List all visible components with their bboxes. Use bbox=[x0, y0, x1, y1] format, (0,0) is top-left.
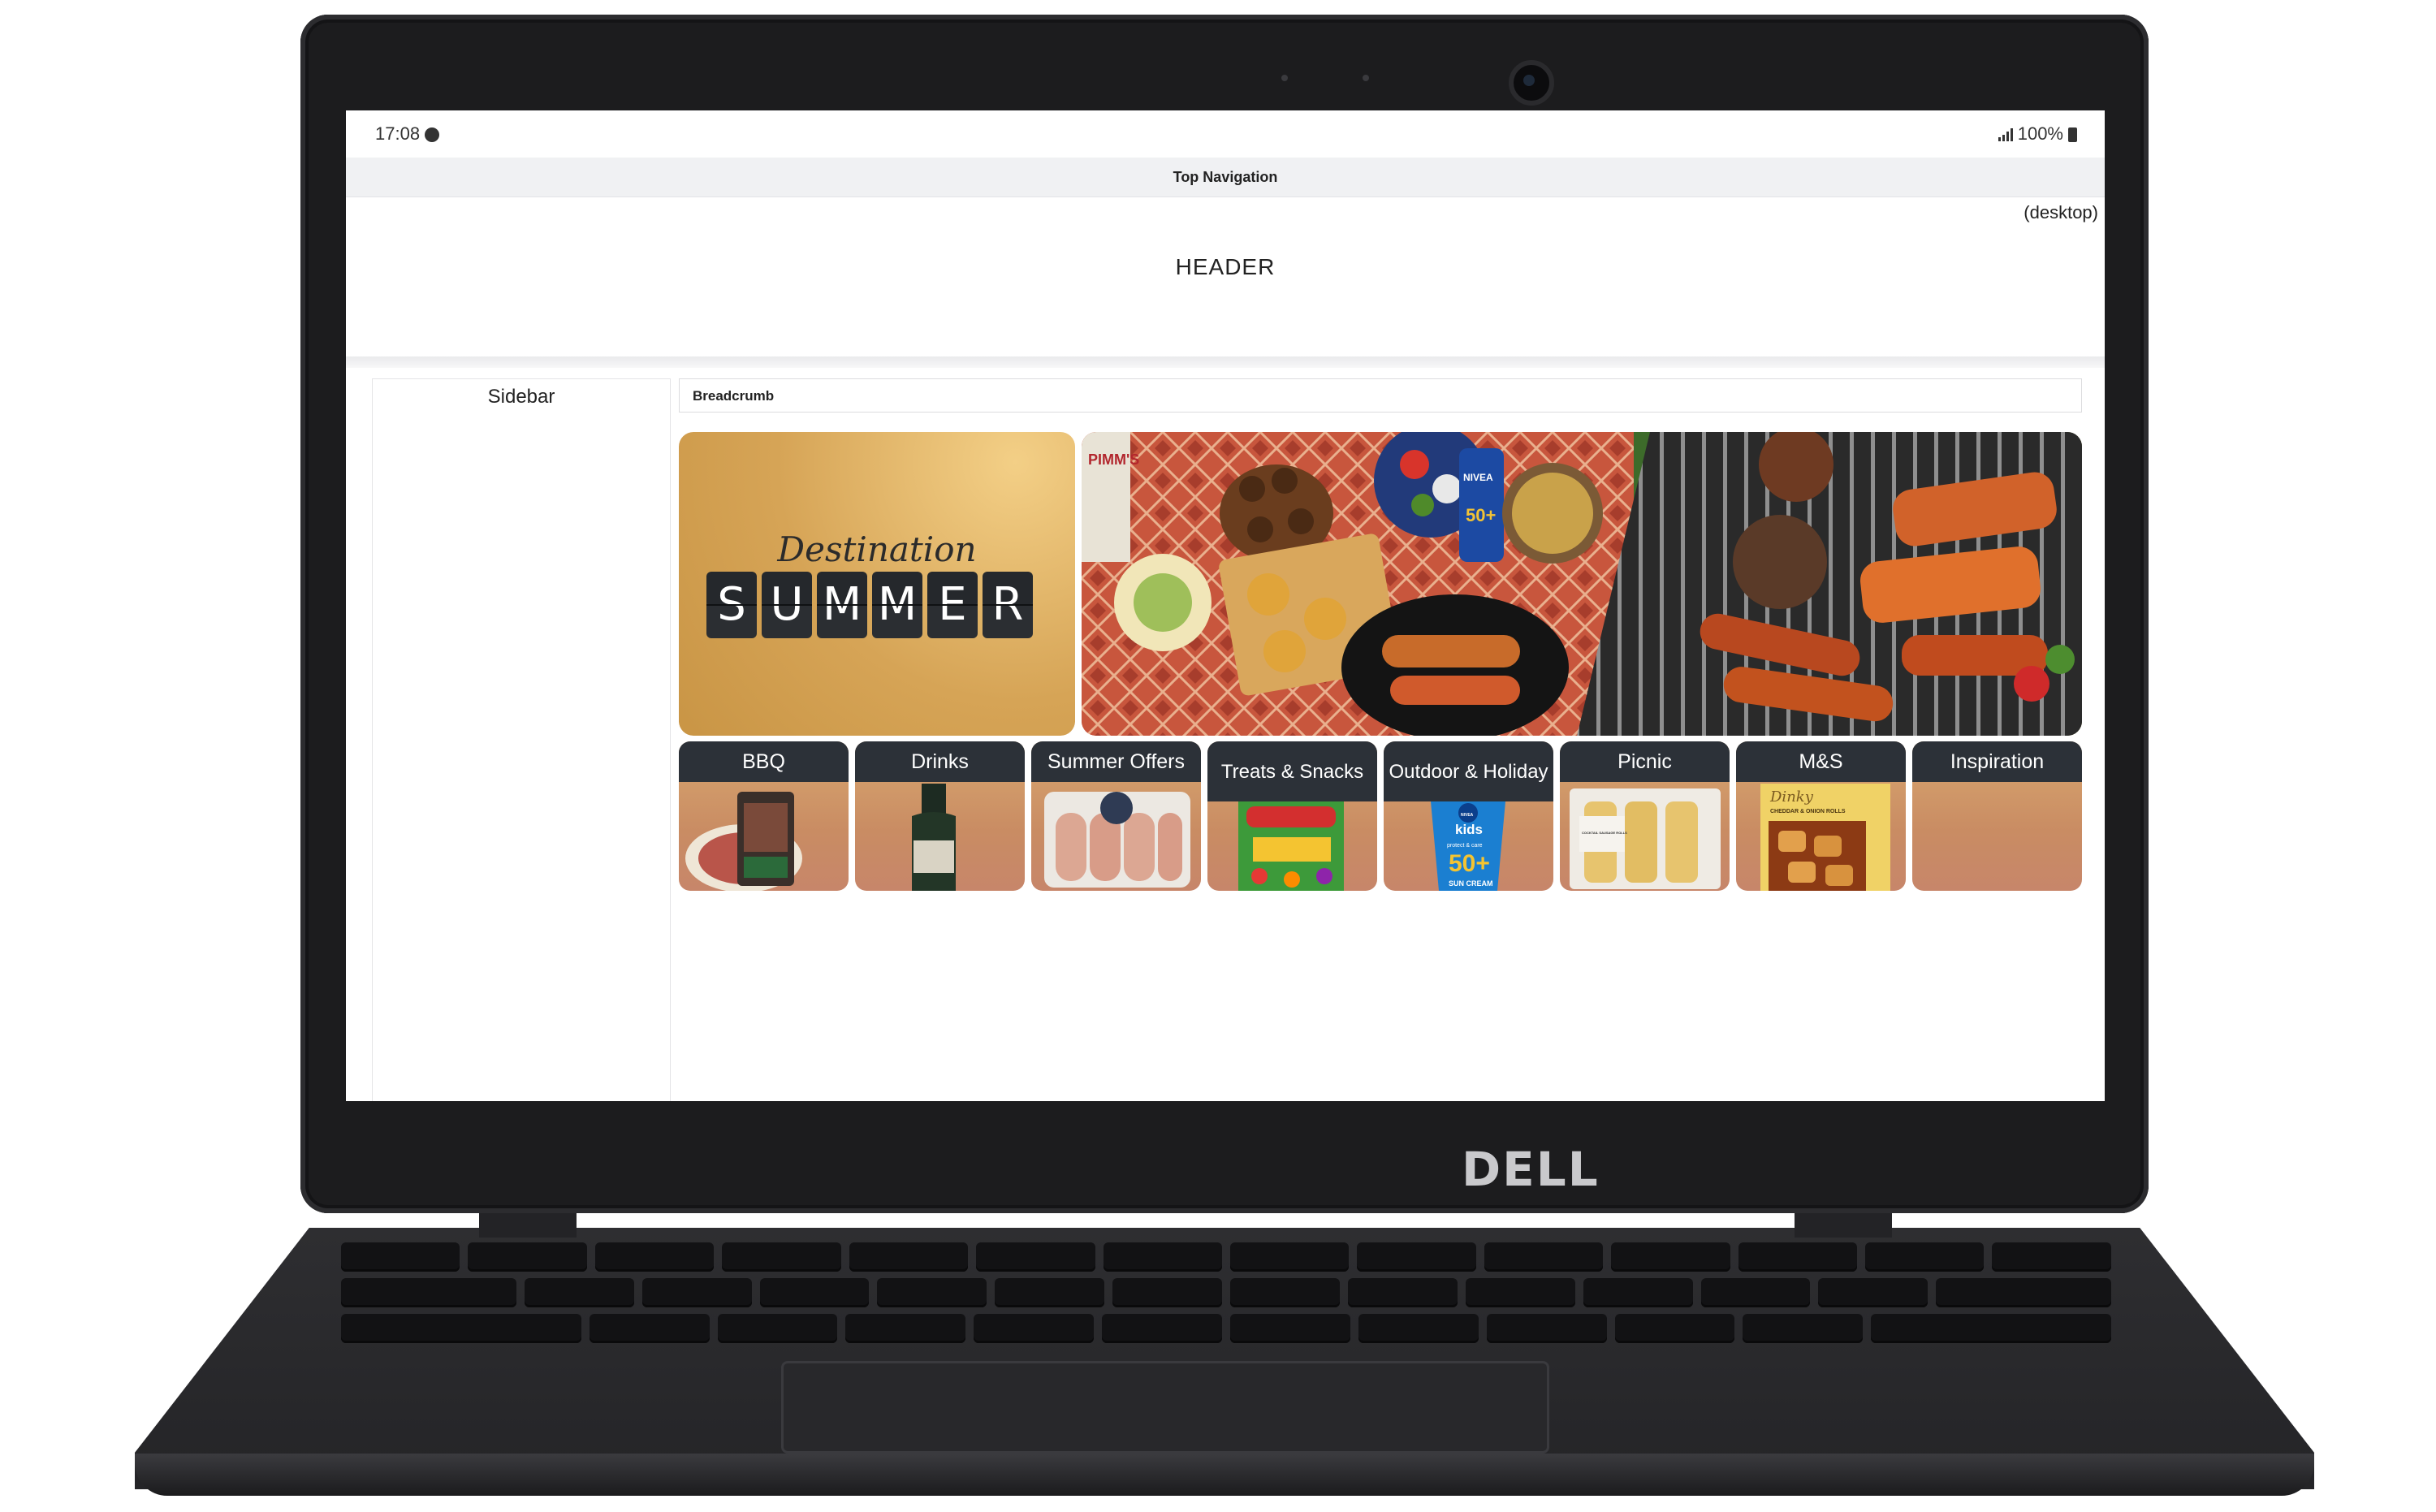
sausage-rolls-label: COCKTAIL SAUSAGE ROLLS bbox=[1582, 831, 1627, 835]
category-label: Summer Offers bbox=[1031, 741, 1201, 782]
category-label: Outdoor & Holiday bbox=[1384, 741, 1553, 801]
category-row: BBQ Drinks Summer Offers Treats & Snacks… bbox=[679, 741, 2082, 891]
cheddar-onion-rolls-image: Dinky CHEDDAR & ONION ROLLS bbox=[1760, 784, 1890, 891]
sun-cream-brand: NIVEA bbox=[1461, 813, 1474, 818]
prosecco-bottle-image bbox=[912, 784, 956, 891]
fruit-pastilles-image bbox=[1238, 801, 1344, 891]
top-navigation[interactable]: Top Navigation bbox=[346, 158, 2105, 197]
mic-dot bbox=[1281, 75, 1288, 81]
category-label: Drinks bbox=[855, 741, 1025, 782]
letter-tile: E bbox=[927, 572, 978, 638]
letter-tile: U bbox=[762, 572, 812, 638]
rolls-brand: Dinky bbox=[1769, 788, 1814, 806]
category-card-picnic[interactable]: Picnic COCKTAIL SAUSAGE ROLLS bbox=[1560, 741, 1730, 891]
category-card-drinks[interactable]: Drinks bbox=[855, 741, 1025, 891]
rolls-label: CHEDDAR & ONION ROLLS bbox=[1770, 809, 1846, 814]
picnic-grill-illustration: PIMM'S 50+ NIVEA bbox=[1082, 432, 2082, 736]
category-card-m-and-s[interactable]: M&S Dinky CHEDDAR & ONION ROLLS bbox=[1736, 741, 1906, 891]
sunscreen-brand: NIVEA bbox=[1463, 472, 1493, 483]
sun-cream-label: SUN CREAM bbox=[1449, 879, 1493, 888]
category-card-inspiration[interactable]: Inspiration bbox=[1912, 741, 2082, 891]
sausages-pack-image bbox=[1044, 792, 1190, 888]
category-label: M&S bbox=[1736, 741, 1906, 782]
sun-cream-spf: 50+ bbox=[1449, 850, 1490, 877]
viewport-note: (desktop) bbox=[2024, 202, 2098, 222]
pimms-can-text: PIMM'S bbox=[1088, 451, 1139, 468]
status-time: 17:08 bbox=[375, 123, 440, 145]
breadcrumb[interactable]: Breadcrumb bbox=[679, 378, 2082, 413]
clock: 17:08 bbox=[375, 123, 421, 144]
status-right: 100% bbox=[1998, 123, 2077, 145]
battery-percent: 100% bbox=[2017, 123, 2063, 144]
category-label: BBQ bbox=[679, 741, 849, 782]
brand-logo: DELL bbox=[1462, 1142, 1600, 1197]
category-card-treats-snacks[interactable]: Treats & Snacks bbox=[1207, 741, 1377, 891]
letter-tile: R bbox=[983, 572, 1033, 638]
letter-tile: M bbox=[872, 572, 922, 638]
letter-tile: M bbox=[817, 572, 867, 638]
header-divider bbox=[346, 356, 2105, 368]
sun-cream-kids: kids bbox=[1455, 822, 1483, 837]
header: (desktop) HEADER bbox=[346, 197, 2105, 356]
hero-letter-tiles: S U M M E R bbox=[706, 572, 1033, 638]
category-card-outdoor-holiday[interactable]: Outdoor & Holiday NIVEA kids protect & c… bbox=[1384, 741, 1553, 891]
category-label: Treats & Snacks bbox=[1207, 741, 1377, 801]
hero-picnic-image[interactable]: PIMM'S 50+ NIVEA bbox=[1082, 432, 2082, 736]
touchpad[interactable] bbox=[781, 1361, 1549, 1454]
sidebar: Sidebar bbox=[372, 378, 671, 1101]
kids-sun-cream-image: NIVEA kids protect & care 50+ SUN CREAM bbox=[1431, 801, 1505, 891]
category-card-summer-offers[interactable]: Summer Offers bbox=[1031, 741, 1201, 891]
signal-icon bbox=[1998, 128, 2013, 141]
sun-cream-tagline: protect & care bbox=[1447, 843, 1483, 849]
bbq-product-image bbox=[685, 792, 802, 891]
category-label: Inspiration bbox=[1912, 741, 2082, 782]
webcam bbox=[1509, 60, 1554, 106]
letter-tile: S bbox=[706, 572, 757, 638]
hero-script-text: Destination bbox=[777, 529, 977, 569]
sidebar-title: Sidebar bbox=[487, 386, 555, 408]
hero-promo-banner[interactable]: Destination S U M M E R bbox=[679, 432, 1075, 736]
notification-icon bbox=[425, 127, 440, 142]
status-bar: 17:08 100% bbox=[346, 110, 2105, 158]
header-title: HEADER bbox=[1175, 254, 1276, 279]
sausage-rolls-image: COCKTAIL SAUSAGE ROLLS bbox=[1570, 788, 1721, 889]
hinge-left bbox=[479, 1213, 577, 1238]
laptop-base-edge bbox=[135, 1454, 2314, 1496]
category-label: Picnic bbox=[1560, 741, 1730, 782]
sunscreen-text: 50+ bbox=[1466, 505, 1496, 525]
hinge-right bbox=[1795, 1213, 1892, 1238]
battery-icon bbox=[2068, 127, 2077, 142]
screen: 17:08 100% Top Navigation (desktop) HEAD… bbox=[346, 110, 2105, 1101]
mic-dot bbox=[1363, 75, 1369, 81]
keyboard bbox=[341, 1242, 2112, 1350]
category-card-bbq[interactable]: BBQ bbox=[679, 741, 849, 891]
